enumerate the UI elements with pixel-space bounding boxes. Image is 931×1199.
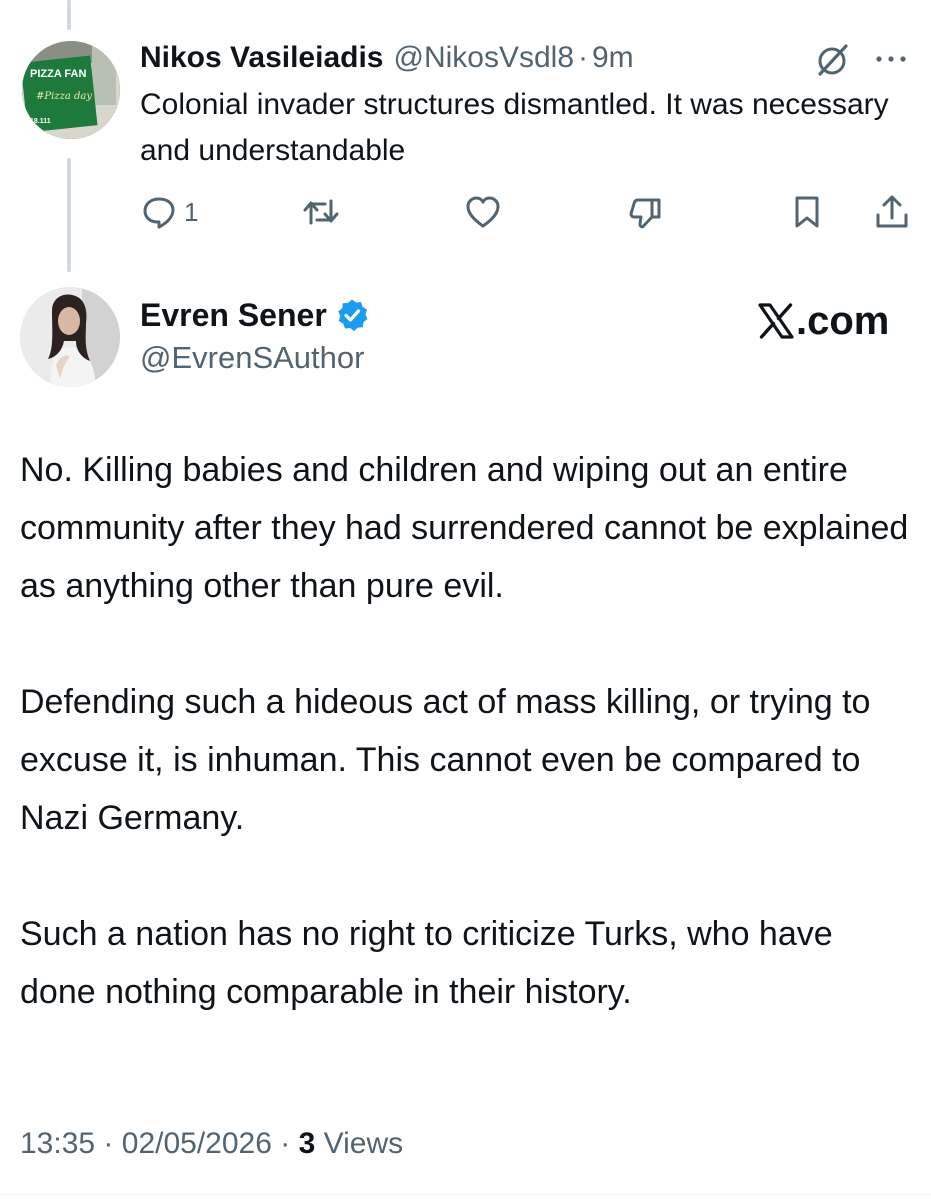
x-logo-icon (758, 303, 794, 339)
tweet-paragraph: No. Killing babies and children and wipi… (20, 451, 909, 605)
reply-avatar[interactable]: PIZZA FAN #Pizza day 18.111 (22, 41, 120, 139)
meta-separator: · (280, 1127, 291, 1160)
reply-separator: · (578, 41, 588, 74)
thumbs-down-icon (629, 198, 661, 229)
meta-separator: · (103, 1127, 114, 1160)
reply-author-handle[interactable]: @NikosVsdl8 (393, 38, 574, 78)
author-name-row: Evren Sener (140, 294, 369, 336)
repost-icon (303, 199, 339, 225)
author-handle[interactable]: @EvrenSAuthor (140, 337, 364, 379)
author-avatar[interactable] (20, 287, 120, 387)
reply-icon (143, 197, 175, 229)
share-icon (876, 195, 908, 228)
svg-text:18.111: 18.111 (30, 118, 51, 125)
brand-watermark: .com (758, 297, 889, 345)
grok-icon[interactable] (812, 40, 852, 80)
author-name[interactable]: Evren Sener (140, 297, 327, 334)
reply-header: Nikos Vasileiadis @NikosVsdl8 · 9m (140, 38, 634, 78)
reply-timestamp[interactable]: 9m (592, 38, 634, 78)
views-count[interactable]: 3 (299, 1127, 316, 1160)
tweet-detail-page: PIZZA FAN #Pizza day 18.111 Nikos Vasile… (0, 0, 931, 1199)
svg-text:#Pizza day: #Pizza day (36, 91, 92, 102)
views-label[interactable]: Views (324, 1127, 403, 1160)
repost-button[interactable] (302, 188, 340, 236)
pizza-shop-avatar-icon: PIZZA FAN #Pizza day 18.111 (22, 41, 120, 139)
reply-action-bar: 1 (0, 188, 931, 236)
tweet-time[interactable]: 13:35 (20, 1127, 95, 1160)
reply-author-name[interactable]: Nikos Vasileiadis (140, 38, 383, 78)
bookmark-icon (795, 196, 819, 228)
like-button[interactable] (464, 188, 502, 236)
heart-icon (466, 196, 500, 228)
tweet-body: No. Killing babies and children and wipi… (20, 441, 915, 1079)
dislike-button[interactable] (626, 188, 664, 236)
tweet-meta: 13:35 · 02/05/2026 · 3 Views (20, 1120, 403, 1168)
reply-text: Colonial invader structures dismantled. … (140, 88, 889, 167)
profile-photo-avatar-icon (20, 287, 120, 387)
reply-count: 1 (184, 196, 199, 227)
svg-text:PIZZA FAN: PIZZA FAN (30, 68, 86, 80)
more-icon[interactable] (873, 44, 909, 74)
verified-badge-icon[interactable] (335, 298, 369, 332)
tweet-paragraph: Such a nation has no right to criticize … (20, 915, 833, 1011)
divider (0, 1194, 931, 1195)
thread-line-top (67, 0, 71, 30)
reply-button[interactable]: 1 (140, 188, 198, 236)
tweet-paragraph: Defending such a hideous act of mass kil… (20, 683, 871, 837)
brand-domain: .com (796, 298, 890, 343)
share-button[interactable] (873, 188, 911, 236)
bookmark-button[interactable] (788, 188, 826, 236)
tweet-date[interactable]: 02/05/2026 (122, 1127, 272, 1160)
